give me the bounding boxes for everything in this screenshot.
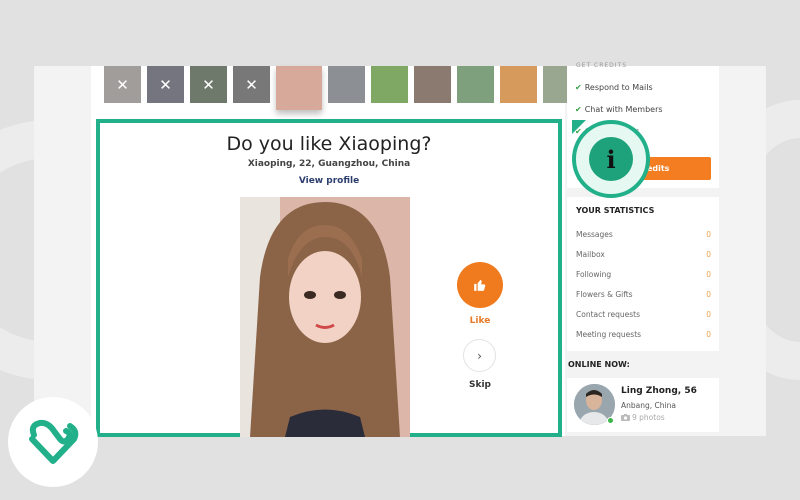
- stat-value: 0: [706, 290, 711, 299]
- thumbnail-dismissed[interactable]: ✕: [147, 66, 184, 103]
- view-profile-link[interactable]: View profile: [100, 176, 558, 186]
- thumbnail-normal[interactable]: [371, 66, 408, 103]
- stat-row[interactable]: Mailbox 0: [576, 250, 711, 259]
- stat-row[interactable]: Messages 0: [576, 230, 711, 239]
- like-label: Like: [469, 316, 491, 326]
- member-photos: 9 photos: [621, 413, 665, 422]
- thumbnail-dismissed[interactable]: ✕: [233, 66, 270, 103]
- thumbs-up-icon: [474, 279, 486, 291]
- thumbnail-strip: ✕ ✕ ✕ ✕: [104, 66, 580, 110]
- stat-value: 0: [706, 310, 711, 319]
- match-card-highlight: Do you like Xiaoping? Xiaoping, 22, Guan…: [96, 119, 562, 437]
- member-location: Anbang, China: [621, 401, 676, 410]
- thumbnail-dismissed[interactable]: ✕: [104, 66, 141, 103]
- info-icon: i: [589, 137, 633, 181]
- camera-icon: [621, 414, 630, 421]
- benefit-item: ✔ Chat with Members: [575, 105, 663, 114]
- stat-value: 0: [706, 270, 711, 279]
- stat-label: Messages: [576, 230, 613, 239]
- check-icon: ✔: [575, 105, 582, 114]
- heart-logo-icon: [29, 419, 79, 464]
- stat-row[interactable]: Flowers & Gifts 0: [576, 290, 711, 299]
- match-subtitle: Xiaoping, 22, Guangzhou, China: [247, 159, 411, 169]
- check-icon: ✔: [575, 83, 582, 92]
- dismissed-x-icon: ✕: [190, 66, 227, 103]
- stat-value: 0: [706, 230, 711, 239]
- stat-row[interactable]: Meeting requests 0: [576, 330, 711, 339]
- thumbnail-dismissed[interactable]: ✕: [190, 66, 227, 103]
- thumbnail-selected[interactable]: [276, 66, 322, 110]
- stat-value: 0: [706, 330, 711, 339]
- statistics-title: YOUR STATISTICS: [576, 206, 655, 215]
- benefit-item: ✔ Respond to Mails: [575, 83, 653, 92]
- dismissed-x-icon: ✕: [147, 66, 184, 103]
- stat-label: Mailbox: [576, 250, 605, 259]
- thumbnail-normal[interactable]: [414, 66, 451, 103]
- chevron-right-icon: ›: [477, 348, 482, 363]
- profile-photo-image: [240, 197, 410, 437]
- online-status-dot: [607, 417, 614, 424]
- stat-label: Contact requests: [576, 310, 640, 319]
- online-now-title: ONLINE NOW:: [568, 360, 630, 369]
- stat-row[interactable]: Following 0: [576, 270, 711, 279]
- info-callout-tail: [572, 120, 586, 134]
- thumbnail-normal[interactable]: [328, 66, 365, 103]
- dismissed-x-icon: ✕: [104, 66, 141, 103]
- skip-label: Skip: [469, 380, 491, 390]
- stat-value: 0: [706, 250, 711, 259]
- like-button[interactable]: [457, 262, 503, 308]
- match-title: Do you like Xiaoping?: [226, 133, 432, 155]
- online-member-card[interactable]: Ling Zhong, 56 Anbang, China 9 photos: [567, 378, 719, 432]
- thumbnail-normal[interactable]: [500, 66, 537, 103]
- thumbnail-normal[interactable]: [457, 66, 494, 103]
- stat-label: Following: [576, 270, 612, 279]
- statistics-card: YOUR STATISTICS Messages 0 Mailbox 0 Followi…: [567, 197, 719, 351]
- dismissed-x-icon: ✕: [233, 66, 270, 103]
- stat-row[interactable]: Contact requests 0: [576, 310, 711, 319]
- brand-logo-badge: [8, 397, 98, 487]
- member-name: Ling Zhong, 56: [621, 386, 697, 396]
- skip-button[interactable]: ›: [463, 339, 496, 372]
- credits-heading: GET CREDITS: [576, 62, 628, 69]
- stat-label: Flowers & Gifts: [576, 290, 633, 299]
- profile-photo: [240, 197, 410, 437]
- stat-label: Meeting requests: [576, 330, 642, 339]
